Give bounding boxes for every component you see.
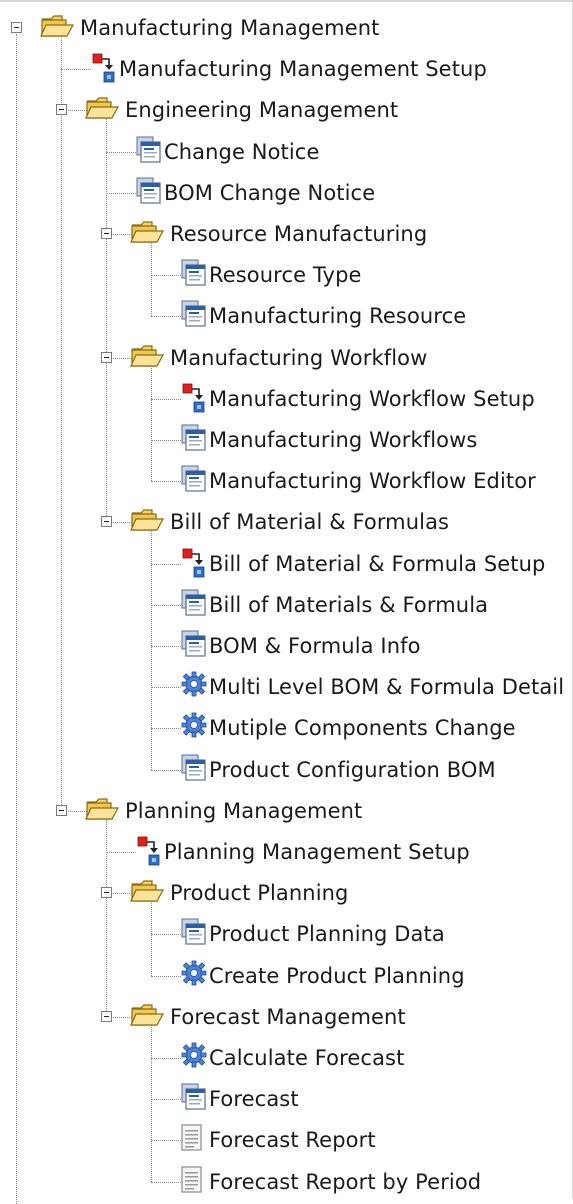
tree-folder-forecast-management[interactable]: Forecast Management <box>0 997 573 1037</box>
collapse-toggle-icon[interactable] <box>11 22 22 33</box>
tree-item-label: Manufacturing Management <box>80 16 380 40</box>
folder-icon <box>85 796 120 827</box>
tree-folder-product-planning[interactable]: Product Planning <box>0 873 573 913</box>
tree-item-mutiple-components-change[interactable]: Mutiple Components Change <box>0 708 573 748</box>
tree-item-label: Bill of Materials & Formula <box>209 592 489 617</box>
window-icon <box>181 754 207 787</box>
tree-item-label: Create Product Planning <box>209 963 465 988</box>
setup-icon <box>181 548 207 583</box>
folder-icon <box>130 343 165 374</box>
tree-item-label: Multi Level BOM & Formula Detail <box>209 675 565 700</box>
window-icon <box>136 136 162 169</box>
folder-icon <box>40 13 75 44</box>
tree-item-forecast[interactable]: Forecast <box>0 1079 573 1119</box>
process-gear-icon <box>181 960 207 991</box>
tree-item-label: Planning Management Setup <box>164 840 470 864</box>
tree-item-label: Product Planning Data <box>209 922 445 947</box>
process-gear-icon <box>181 712 207 743</box>
tree-folder-manufacturing-workflow[interactable]: Manufacturing Workflow <box>0 338 573 378</box>
tree-item-label: Product Configuration BOM <box>209 757 496 782</box>
tree-item-label: Manufacturing Workflow Editor <box>209 469 536 494</box>
tree-item-product-configuration-bom[interactable]: Product Configuration BOM <box>0 750 573 790</box>
tree-item-calculate-forecast[interactable]: Calculate Forecast <box>0 1038 573 1078</box>
setup-icon <box>136 836 162 871</box>
process-gear-icon <box>181 671 207 702</box>
collapse-toggle-icon[interactable] <box>101 1010 112 1022</box>
collapse-toggle-icon[interactable] <box>56 104 67 116</box>
tree-item-label: BOM & Formula Info <box>209 634 421 658</box>
tree-item-label: Bill of Material & Formula Setup <box>209 551 546 576</box>
setup-icon <box>91 53 117 88</box>
tree-item-label: Bill of Material & Formulas <box>170 510 450 535</box>
tree-item-label: Resource Manufacturing <box>170 222 428 246</box>
window-icon <box>136 177 162 210</box>
tree-item-label: Change Notice <box>164 139 320 164</box>
tree-item-label: Manufacturing Workflow Setup <box>209 386 535 411</box>
tree-item-create-product-planning[interactable]: Create Product Planning <box>0 956 573 996</box>
tree-folder-resource-manufacturing[interactable]: Resource Manufacturing <box>0 214 573 254</box>
tree-item-bill-of-material-and-formula-setup[interactable]: Bill of Material & Formula Setup <box>0 544 573 584</box>
window-icon <box>181 259 207 292</box>
tree-folder-bill-of-material-and-formulas[interactable]: Bill of Material & Formulas <box>0 502 573 542</box>
folder-icon <box>130 219 165 250</box>
window-icon <box>181 1083 207 1116</box>
tree-item-label: Planning Management <box>125 798 363 823</box>
tree-item-label: Engineering Management <box>125 98 399 123</box>
report-icon <box>181 1124 203 1157</box>
window-icon <box>181 465 207 498</box>
collapse-toggle-icon[interactable] <box>101 516 112 528</box>
tree-item-manufacturing-resource[interactable]: Manufacturing Resource <box>0 296 573 336</box>
tree-folder-planning-management[interactable]: Planning Management <box>0 791 573 831</box>
window-icon <box>181 589 207 622</box>
tree-item-label: Manufacturing Workflow <box>170 345 428 370</box>
tree-item-manufacturing-workflow-setup[interactable]: Manufacturing Workflow Setup <box>0 379 573 419</box>
tree-item-label: Resource Type <box>209 263 362 288</box>
tree-item-planning-management-setup[interactable]: Planning Management Setup <box>0 832 573 872</box>
tree-item-label: Forecast <box>209 1087 299 1112</box>
report-icon <box>181 1165 203 1199</box>
collapse-toggle-icon[interactable] <box>101 228 112 239</box>
folder-icon <box>130 878 165 909</box>
tree-item-bom-change-notice[interactable]: BOM Change Notice <box>0 173 573 213</box>
window-icon <box>181 300 207 333</box>
tree-item-label: Forecast Report <box>209 1128 376 1153</box>
tree-item-forecast-report[interactable]: Forecast Report <box>0 1120 573 1160</box>
tree-item-bill-of-materials-and-formula[interactable]: Bill of Materials & Formula <box>0 585 573 625</box>
tree-item-product-planning-data[interactable]: Product Planning Data <box>0 914 573 954</box>
tree-item-label: Forecast Report by Period <box>209 1169 482 1194</box>
tree-item-manufacturing-workflow-editor[interactable]: Manufacturing Workflow Editor <box>0 461 573 501</box>
tree-item-resource-type[interactable]: Resource Type <box>0 255 573 295</box>
tree-item-label: Manufacturing Workflows <box>209 428 478 452</box>
tree-item-bom-and-formula-info[interactable]: BOM & Formula Info <box>0 626 573 666</box>
tree-item-label: Calculate Forecast <box>209 1046 405 1070</box>
folder-icon <box>130 507 165 538</box>
setup-icon <box>181 383 207 418</box>
process-gear-icon <box>181 1042 207 1073</box>
tree-folder-manufacturing-management[interactable]: Manufacturing Management <box>0 8 573 48</box>
collapse-toggle-icon[interactable] <box>101 351 112 363</box>
collapse-toggle-icon[interactable] <box>56 804 67 816</box>
window-icon <box>181 918 207 951</box>
tree-item-label: Manufacturing Resource <box>209 304 467 329</box>
folder-icon <box>85 95 120 126</box>
tree-item-multi-level-bom-and-formula-detail[interactable]: Multi Level BOM & Formula Detail <box>0 667 573 707</box>
collapse-toggle-icon[interactable] <box>101 887 112 899</box>
tree-folder-engineering-management[interactable]: Engineering Management <box>0 90 573 130</box>
window-icon <box>181 424 207 457</box>
tree-item-label: Manufacturing Management Setup <box>119 57 487 82</box>
tree-item-manufacturing-workflows[interactable]: Manufacturing Workflows <box>0 420 573 460</box>
tree-item-label: Mutiple Components Change <box>209 716 516 741</box>
tree-item-manufacturing-management-setup[interactable]: Manufacturing Management Setup <box>0 49 573 89</box>
tree-item-change-notice[interactable]: Change Notice <box>0 132 573 172</box>
tree-item-forecast-report-by-period[interactable]: Forecast Report by Period <box>0 1162 573 1202</box>
tree-item-label: BOM Change Notice <box>164 180 376 205</box>
tree-item-label: Forecast Management <box>170 1004 406 1029</box>
tree-item-label: Product Planning <box>170 881 349 906</box>
tree-frame-top <box>0 0 573 2</box>
folder-icon <box>130 1002 165 1033</box>
window-icon <box>181 630 207 663</box>
